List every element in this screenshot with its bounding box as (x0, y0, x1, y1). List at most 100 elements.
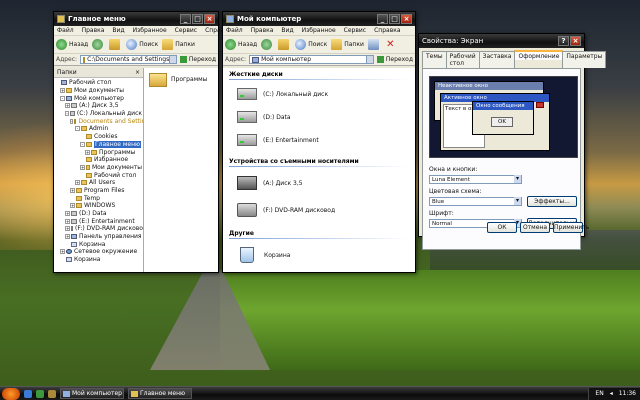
tree-item[interactable]: Рабочий стол (55, 171, 142, 179)
tree-item[interactable]: Cookies (55, 133, 142, 141)
up-button[interactable] (278, 39, 291, 50)
folders-button[interactable]: Папки (162, 39, 195, 50)
tree-item[interactable]: + WINDOWS (55, 202, 142, 210)
titlebar[interactable]: Свойства: Экран ? × (419, 34, 584, 48)
tab-screensaver[interactable]: Заставка (478, 51, 516, 68)
help-button[interactable]: ? (558, 36, 569, 46)
drive-item[interactable]: (F:) DVD-RAM дисковод (237, 201, 415, 219)
close-pane-button[interactable]: × (135, 69, 140, 76)
style-select[interactable]: Luna Element (429, 175, 522, 184)
collapse-icon[interactable]: - (80, 141, 85, 147)
ie-icon[interactable] (24, 389, 32, 398)
tree-item[interactable]: - Admin (55, 125, 142, 133)
tab-settings[interactable]: Параметры (562, 51, 607, 68)
taskbar-button-start-menu[interactable]: Главное меню (128, 388, 192, 399)
tree-item[interactable]: + (D:) Data (55, 210, 142, 218)
forward-button[interactable] (261, 39, 274, 50)
media-player-icon[interactable] (48, 389, 56, 398)
cancel-button[interactable]: Отмена (520, 222, 550, 233)
minimize-button[interactable]: _ (180, 14, 191, 24)
titlebar[interactable]: Главное меню _ □ × (54, 12, 218, 26)
minimize-button[interactable]: _ (377, 14, 388, 24)
close-button[interactable]: × (570, 36, 581, 46)
close-button[interactable]: × (401, 14, 412, 24)
menu-edit[interactable]: Правка (251, 27, 274, 34)
recycle-bin-item[interactable]: Корзина (237, 246, 415, 264)
back-button[interactable]: Назад (56, 39, 88, 50)
menu-file[interactable]: Файл (57, 27, 74, 34)
drive-item[interactable]: (A:) Диск 3,5 (237, 174, 415, 192)
tree-item[interactable]: - Главное меню (55, 140, 142, 149)
tab-desktop[interactable]: Рабочий стол (445, 51, 480, 68)
menu-favorites[interactable]: Избранное (302, 27, 336, 34)
expand-icon[interactable]: + (60, 249, 65, 255)
tree-item[interactable]: -Documents and Settings (55, 117, 143, 125)
tree-item[interactable]: - (C:) Локальный диск (55, 110, 142, 118)
address-dropdown-button[interactable] (365, 55, 374, 64)
tree-item[interactable]: Корзина (55, 256, 142, 264)
effects-button[interactable]: Эффекты... (527, 196, 577, 207)
expand-icon[interactable]: + (65, 211, 70, 217)
forward-button[interactable] (92, 39, 105, 50)
expand-icon[interactable]: + (65, 234, 70, 240)
tree-item[interactable]: + All Users (55, 179, 142, 187)
expand-icon[interactable]: + (70, 187, 75, 193)
up-button[interactable] (109, 39, 122, 50)
menu-tools[interactable]: Сервис (344, 27, 366, 34)
titlebar[interactable]: Мой компьютер _ □ × (223, 12, 415, 26)
list-item[interactable]: Программы (144, 68, 218, 87)
tree-item[interactable]: + Program Files (55, 187, 142, 195)
expand-icon[interactable]: + (60, 88, 65, 94)
collapse-icon[interactable]: - (60, 95, 65, 101)
expand-icon[interactable]: + (65, 103, 70, 109)
delete-button[interactable]: ✕ (385, 39, 398, 50)
start-button[interactable] (2, 387, 20, 400)
menu-edit[interactable]: Правка (82, 27, 105, 34)
drive-item[interactable]: (C:) Локальный диск (237, 87, 415, 101)
menu-help[interactable]: Справка (374, 27, 400, 34)
language-indicator[interactable]: EN (595, 390, 603, 397)
tree-item[interactable]: + (E:) Entertainment (55, 217, 142, 225)
go-button[interactable]: Переход (376, 56, 413, 63)
go-button[interactable]: Переход (179, 56, 216, 63)
menu-view[interactable]: Вид (281, 27, 293, 34)
expand-icon[interactable]: + (80, 164, 85, 170)
views-button[interactable] (367, 39, 381, 50)
address-input[interactable]: C:\Documents and Settings\Admin\Главное (80, 55, 170, 64)
close-button[interactable]: × (204, 14, 215, 24)
tree-item[interactable]: Корзина (55, 240, 142, 248)
expand-icon[interactable]: + (65, 226, 70, 232)
taskbar-button-my-computer[interactable]: Мой компьютер (60, 388, 124, 399)
ok-button[interactable]: ОК (487, 222, 517, 233)
drive-item[interactable]: (E:) Entertainment (237, 133, 415, 147)
back-button[interactable]: Назад (225, 39, 257, 50)
folders-button[interactable]: Папки (331, 39, 364, 50)
tree-item[interactable]: Temp (55, 194, 142, 202)
tree-item[interactable]: + Программы (55, 148, 142, 156)
address-input[interactable]: Мой компьютер (249, 55, 367, 64)
expand-icon[interactable]: + (85, 149, 90, 155)
expand-icon[interactable]: + (70, 203, 75, 209)
expand-icon[interactable]: + (65, 218, 70, 224)
address-dropdown-button[interactable] (168, 55, 177, 64)
show-desktop-icon[interactable] (36, 389, 44, 398)
menu-view[interactable]: Вид (112, 27, 124, 34)
tree-item[interactable]: Рабочий стол (55, 79, 142, 87)
tree-item[interactable]: - Мой компьютер (55, 94, 142, 102)
volume-icon[interactable]: ◂ (610, 390, 613, 397)
tree-item[interactable]: Избранное (55, 156, 142, 164)
tab-themes[interactable]: Темы (422, 51, 447, 68)
collapse-icon[interactable]: - (70, 118, 74, 124)
collapse-icon[interactable]: - (75, 126, 80, 132)
menu-tools[interactable]: Сервис (175, 27, 197, 34)
tree-item[interactable]: + Мои документы (55, 87, 142, 95)
maximize-button[interactable]: □ (192, 14, 203, 24)
expand-icon[interactable]: + (75, 180, 80, 186)
tree-item[interactable]: + (A:) Диск 3,5 (55, 102, 142, 110)
drive-item[interactable]: (D:) Data (237, 110, 415, 124)
tree-item[interactable]: + Панель управления (55, 233, 142, 241)
tab-appearance[interactable]: Оформление (514, 50, 564, 60)
scheme-select[interactable]: Blue (429, 197, 522, 206)
tree-item[interactable]: + Мои документы (55, 164, 142, 172)
collapse-icon[interactable]: - (65, 111, 70, 117)
